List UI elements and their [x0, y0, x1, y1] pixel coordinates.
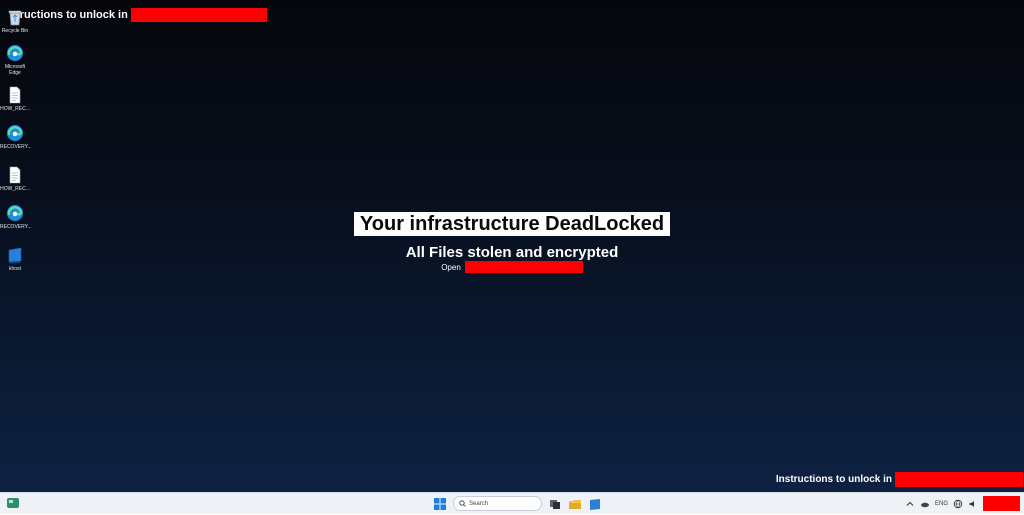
desktop-icon-recovery-1[interactable]: RECOVERY...	[0, 124, 32, 150]
redaction-box	[464, 261, 583, 273]
desktop-icon-label: HOW_REC...	[0, 106, 30, 112]
edge-icon	[7, 125, 23, 141]
taskbar-app-icon[interactable]	[588, 497, 602, 511]
top-instructions-label: tructions to unlock in	[16, 9, 128, 21]
desktop-icon-label: HOW_REC...	[0, 186, 30, 192]
globe-icon[interactable]	[953, 499, 963, 509]
taskbar-search-box[interactable]: Search	[453, 496, 542, 511]
taskbar: Search ENG	[0, 492, 1024, 514]
redaction-box	[983, 496, 1020, 511]
desktop-icon-label: RECOVERY...	[0, 144, 32, 150]
recycle-bin-icon	[8, 10, 22, 26]
headline: Your infrastructure DeadLocked	[353, 212, 671, 236]
desktop-icon-recycle-bin[interactable]: Recycle Bin	[0, 8, 30, 34]
desktop-icon-label: Microsoft Edge	[4, 64, 26, 76]
desktop-icon-edge[interactable]: Microsoft Edge	[0, 44, 30, 76]
taskbar-center: Search	[433, 496, 602, 511]
desktop-icon-label: Recycle Bin	[1, 28, 29, 34]
desktop: tructions to unlock in Recycle Bin Micro…	[0, 0, 1024, 492]
start-windows-icon[interactable]	[433, 497, 447, 511]
system-tray: ENG	[905, 496, 1020, 511]
desktop-icon-how-rec-2[interactable]: HOW_REC...	[0, 166, 30, 192]
task-view-icon[interactable]	[548, 497, 562, 511]
chevron-up-icon[interactable]	[905, 499, 915, 509]
cloud-icon[interactable]	[920, 499, 930, 509]
ransom-message: Your infrastructure DeadLocked All Files…	[0, 212, 1024, 273]
search-placeholder: Search	[469, 500, 489, 507]
bottom-instructions-text: Instructions to unlock in	[776, 472, 1023, 487]
bottom-instructions-label: Instructions to unlock in	[775, 474, 892, 485]
subline: All Files stolen and encrypted	[405, 244, 619, 261]
file-explorer-icon[interactable]	[568, 497, 582, 511]
language-indicator[interactable]: ENG	[935, 501, 948, 507]
edge-icon	[7, 45, 23, 61]
open-label: Open	[441, 262, 461, 272]
redaction-box	[130, 8, 267, 22]
widgets-button[interactable]	[6, 496, 20, 515]
desktop-icon-how-rec-1[interactable]: HOW_REC...	[0, 86, 30, 112]
widgets-icon	[7, 498, 19, 508]
open-line: Open	[441, 261, 583, 273]
text-file-icon	[9, 86, 21, 104]
redaction-box	[895, 472, 1023, 487]
speaker-icon[interactable]	[968, 499, 978, 509]
text-file-icon	[9, 166, 21, 184]
top-instructions-text: tructions to unlock in	[16, 8, 267, 22]
search-icon	[459, 500, 466, 507]
